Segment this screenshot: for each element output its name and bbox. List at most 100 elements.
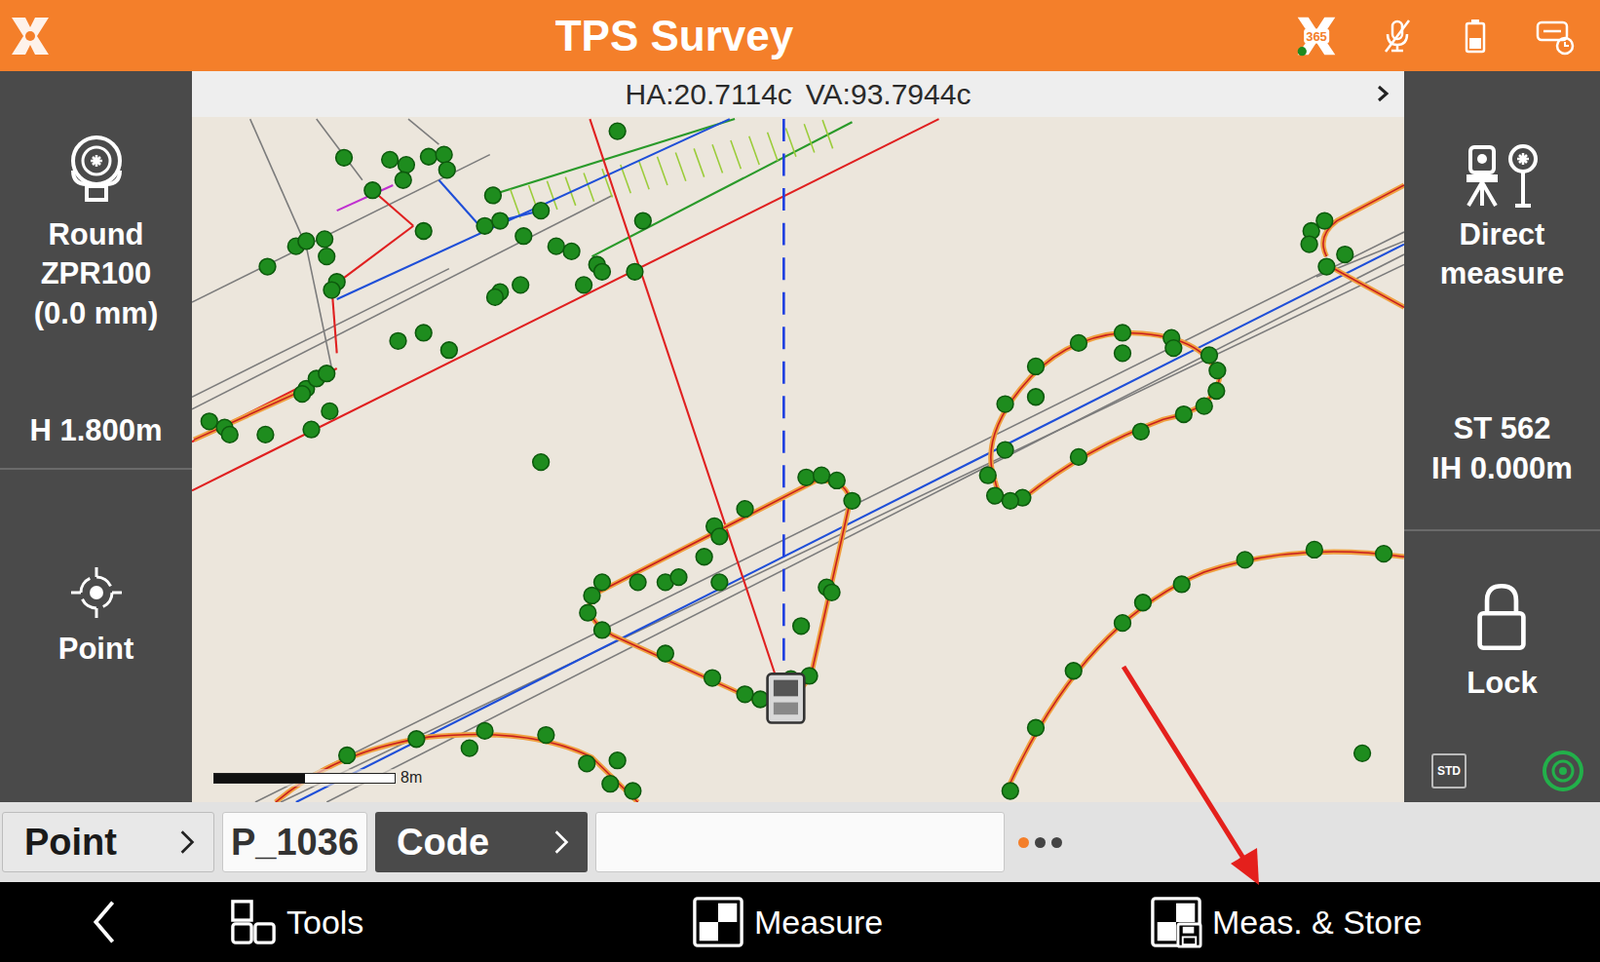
survey-point[interactable]: [364, 182, 381, 199]
survey-point[interactable]: [415, 324, 432, 342]
survey-point[interactable]: [609, 752, 626, 769]
survey-point[interactable]: [298, 232, 315, 250]
survey-mode[interactable]: Point: [0, 469, 192, 802]
survey-point[interactable]: [1354, 745, 1372, 762]
map-canvas[interactable]: [191, 116, 1405, 802]
field-input[interactable]: [595, 811, 1005, 873]
survey-point[interactable]: [828, 472, 845, 490]
survey-point[interactable]: [996, 441, 1014, 458]
prism-selector[interactable]: RoundZPR100(0.0 mm) H 1.800m: [0, 71, 192, 470]
survey-point[interactable]: [1300, 235, 1318, 253]
mic-off-icon[interactable]: [1377, 16, 1417, 56]
survey-point[interactable]: [695, 548, 713, 566]
survey-point[interactable]: [656, 645, 674, 662]
survey-point[interactable]: [1132, 422, 1149, 440]
toolbar-button[interactable]: Tools: [229, 898, 692, 946]
survey-point[interactable]: [594, 263, 611, 280]
survey-point[interactable]: [736, 500, 754, 518]
survey-point[interactable]: [303, 420, 320, 438]
survey-point[interactable]: [813, 466, 831, 484]
survey-point[interactable]: [626, 263, 644, 280]
survey-point[interactable]: [1208, 382, 1225, 400]
survey-point[interactable]: [624, 782, 642, 800]
survey-point[interactable]: [1114, 324, 1132, 342]
survey-point[interactable]: [321, 403, 339, 420]
survey-point[interactable]: [316, 230, 334, 248]
survey-point[interactable]: [1316, 212, 1334, 229]
survey-point[interactable]: [1201, 346, 1219, 364]
survey-point[interactable]: [318, 248, 336, 266]
survey-point[interactable]: [394, 171, 412, 189]
target-icon[interactable]: [1541, 749, 1585, 793]
angle-readout[interactable]: HA:20.7114c VA:93.7944c: [191, 71, 1405, 117]
survey-point[interactable]: [711, 528, 728, 545]
survey-point[interactable]: [435, 146, 453, 163]
survey-point[interactable]: [798, 468, 815, 486]
survey-point[interactable]: [1209, 362, 1226, 380]
back-button[interactable]: [0, 898, 230, 946]
chevron-right-icon[interactable]: [1372, 83, 1393, 104]
survey-point[interactable]: [736, 685, 754, 703]
survey-point[interactable]: [1028, 358, 1045, 376]
survey-point[interactable]: [979, 466, 996, 484]
toolbar-button[interactable]: Meas. & Store: [1149, 895, 1422, 949]
survey-point[interactable]: [200, 413, 218, 430]
survey-point[interactable]: [1001, 782, 1019, 800]
survey-point[interactable]: [670, 569, 687, 586]
subscription-status[interactable]: 365: [1294, 13, 1339, 59]
instrument-panel[interactable]: Directmeasure ST 562IH 0.000m: [1404, 71, 1600, 532]
survey-point[interactable]: [547, 237, 565, 255]
pager[interactable]: [1012, 837, 1068, 848]
survey-point[interactable]: [1165, 340, 1182, 357]
survey-point[interactable]: [476, 723, 494, 740]
survey-point[interactable]: [704, 669, 722, 686]
radio-link-icon[interactable]: [1533, 16, 1577, 56]
survey-point[interactable]: [460, 739, 478, 757]
survey-point[interactable]: [408, 730, 425, 748]
survey-point[interactable]: [634, 212, 651, 229]
survey-point[interactable]: [609, 122, 626, 140]
survey-point[interactable]: [575, 276, 593, 294]
survey-point[interactable]: [339, 747, 356, 764]
survey-point[interactable]: [1135, 594, 1152, 611]
survey-point[interactable]: [485, 187, 502, 204]
survey-point[interactable]: [257, 426, 274, 444]
survey-point[interactable]: [1028, 719, 1045, 736]
survey-point[interactable]: [752, 690, 769, 708]
survey-point[interactable]: [987, 487, 1004, 504]
survey-point[interactable]: [492, 212, 509, 229]
station-icon[interactable]: [767, 673, 805, 723]
survey-point[interactable]: [533, 202, 550, 220]
survey-point[interactable]: [1001, 492, 1019, 509]
survey-point[interactable]: [711, 573, 728, 591]
lock-button[interactable]: Lock: [1466, 579, 1537, 703]
field-input[interactable]: P_1036: [222, 811, 368, 873]
survey-point[interactable]: [441, 342, 458, 359]
battery-icon[interactable]: [1455, 16, 1495, 56]
survey-point[interactable]: [1070, 449, 1088, 466]
x-logo-icon[interactable]: [5, 11, 55, 61]
survey-point[interactable]: [381, 152, 399, 169]
survey-point[interactable]: [512, 276, 530, 294]
survey-point[interactable]: [515, 228, 533, 245]
survey-point[interactable]: [438, 161, 456, 179]
survey-point[interactable]: [318, 365, 336, 382]
survey-point[interactable]: [594, 621, 611, 639]
survey-point[interactable]: [1318, 258, 1335, 275]
survey-point[interactable]: [415, 223, 432, 240]
survey-point[interactable]: [996, 395, 1014, 413]
survey-point[interactable]: [221, 426, 238, 444]
field-button[interactable]: Code: [375, 811, 588, 873]
survey-point[interactable]: [1195, 397, 1213, 415]
survey-point[interactable]: [594, 573, 611, 591]
survey-point[interactable]: [533, 454, 550, 471]
survey-point[interactable]: [843, 492, 861, 509]
survey-point[interactable]: [294, 385, 311, 403]
survey-point[interactable]: [1028, 388, 1045, 406]
map[interactable]: 8m: [191, 116, 1405, 802]
survey-point[interactable]: [259, 258, 276, 275]
survey-point[interactable]: [420, 148, 438, 165]
survey-point[interactable]: [1173, 575, 1190, 593]
survey-point[interactable]: [1114, 344, 1132, 362]
survey-point[interactable]: [823, 583, 840, 601]
